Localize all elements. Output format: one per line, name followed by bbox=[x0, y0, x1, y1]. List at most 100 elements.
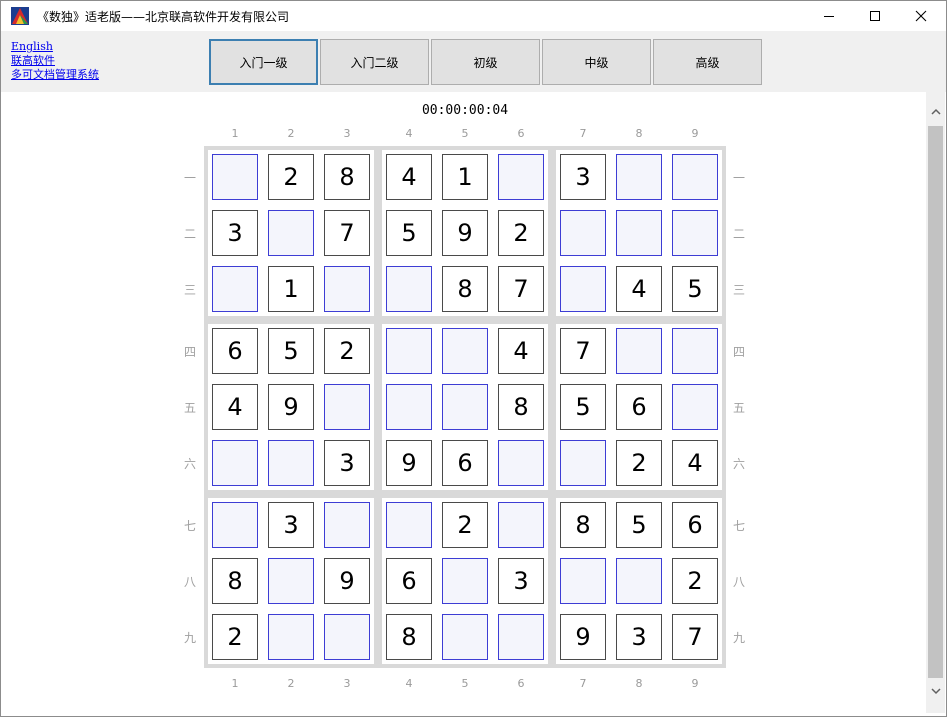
row-label-left: 三 bbox=[183, 283, 196, 297]
sudoku-cell-given: 8 bbox=[386, 614, 432, 660]
scroll-up-button[interactable] bbox=[926, 102, 945, 122]
sudoku-cell-empty[interactable] bbox=[560, 558, 606, 604]
sudoku-cell-given: 4 bbox=[498, 328, 544, 374]
sudoku-cell-empty[interactable] bbox=[560, 210, 606, 256]
sudoku-cell-given: 1 bbox=[442, 154, 488, 200]
sudoku-cell-empty[interactable] bbox=[386, 328, 432, 374]
scroll-down-button[interactable] bbox=[926, 681, 945, 701]
sudoku-cell-empty[interactable] bbox=[386, 502, 432, 548]
english-link[interactable]: English bbox=[11, 40, 99, 54]
liangao-software-link[interactable]: 联高软件 bbox=[11, 54, 99, 68]
row-label-left: 一 bbox=[183, 171, 196, 185]
sudoku-cell-empty[interactable] bbox=[672, 154, 718, 200]
row-label-left: 四 bbox=[183, 345, 196, 359]
column-label-top: 7 bbox=[579, 127, 587, 140]
row-label-right: 四 bbox=[732, 345, 745, 359]
column-label-top: 4 bbox=[405, 127, 413, 140]
level-tab-intermediate[interactable]: 中级 bbox=[542, 39, 651, 85]
sudoku-board: 2841337592187456524749856396243285689632… bbox=[204, 146, 726, 668]
link-list: English 联高软件 多可文档管理系统 bbox=[11, 40, 99, 82]
sudoku-cell-empty[interactable] bbox=[386, 384, 432, 430]
sudoku-cell-empty[interactable] bbox=[442, 558, 488, 604]
duoke-docs-link[interactable]: 多可文档管理系统 bbox=[11, 68, 99, 82]
sudoku-cell-empty[interactable] bbox=[616, 558, 662, 604]
sudoku-cell-empty[interactable] bbox=[498, 154, 544, 200]
level-selector: 入门一级 入门二级 初级 中级 高级 bbox=[209, 39, 764, 85]
sudoku-cell-empty[interactable] bbox=[442, 384, 488, 430]
sudoku-cell-empty[interactable] bbox=[442, 614, 488, 660]
column-label-bottom: 9 bbox=[691, 677, 699, 690]
sudoku-cell-empty[interactable] bbox=[560, 266, 606, 312]
sudoku-cell-given: 3 bbox=[616, 614, 662, 660]
row-label-right: 九 bbox=[732, 631, 745, 645]
sudoku-cell-given: 8 bbox=[498, 384, 544, 430]
sudoku-cell-empty[interactable] bbox=[212, 502, 258, 548]
scrollbar-thumb[interactable] bbox=[928, 126, 943, 678]
column-label-top: 3 bbox=[343, 127, 351, 140]
row-label-right: 二 bbox=[732, 227, 745, 241]
sudoku-cell-empty[interactable] bbox=[386, 266, 432, 312]
sudoku-cell-given: 9 bbox=[324, 558, 370, 604]
sudoku-cell-empty[interactable] bbox=[212, 154, 258, 200]
minimize-button[interactable] bbox=[806, 1, 852, 31]
column-label-top: 9 bbox=[691, 127, 699, 140]
sudoku-cell-given: 3 bbox=[560, 154, 606, 200]
sudoku-cell-given: 8 bbox=[560, 502, 606, 548]
sudoku-cell-empty[interactable] bbox=[616, 154, 662, 200]
title-bar[interactable]: 《数独》适老版——北京联高软件开发有限公司 bbox=[1, 1, 946, 31]
sudoku-cell-given: 6 bbox=[386, 558, 432, 604]
sudoku-cell-empty[interactable] bbox=[324, 266, 370, 312]
sudoku-cell-given: 4 bbox=[212, 384, 258, 430]
sudoku-cell-given: 2 bbox=[672, 558, 718, 604]
close-icon bbox=[915, 10, 927, 22]
level-tab-entry-1[interactable]: 入门一级 bbox=[209, 39, 318, 85]
column-label-bottom: 1 bbox=[231, 677, 239, 690]
level-tab-beginner[interactable]: 初级 bbox=[431, 39, 540, 85]
sudoku-cell-empty[interactable] bbox=[616, 328, 662, 374]
column-label-top: 5 bbox=[461, 127, 469, 140]
sudoku-cell-empty[interactable] bbox=[672, 210, 718, 256]
level-tab-entry-2[interactable]: 入门二级 bbox=[320, 39, 429, 85]
sudoku-cell-empty[interactable] bbox=[672, 384, 718, 430]
sudoku-cell-empty[interactable] bbox=[672, 328, 718, 374]
sudoku-cell-empty[interactable] bbox=[498, 440, 544, 486]
column-label-top: 2 bbox=[287, 127, 295, 140]
sudoku-cell-empty[interactable] bbox=[498, 614, 544, 660]
sudoku-cell-given: 5 bbox=[386, 210, 432, 256]
sudoku-cell-given: 5 bbox=[672, 266, 718, 312]
sudoku-cell-empty[interactable] bbox=[498, 502, 544, 548]
sudoku-cell-empty[interactable] bbox=[268, 614, 314, 660]
sudoku-cell-given: 5 bbox=[616, 502, 662, 548]
sudoku-cell-empty[interactable] bbox=[212, 440, 258, 486]
vertical-scrollbar[interactable] bbox=[926, 92, 945, 713]
sudoku-cell-empty[interactable] bbox=[324, 384, 370, 430]
sudoku-cell-empty[interactable] bbox=[268, 558, 314, 604]
row-label-right: 三 bbox=[732, 283, 745, 297]
sudoku-cell-empty[interactable] bbox=[616, 210, 662, 256]
sudoku-cell-given: 6 bbox=[442, 440, 488, 486]
app-logo-icon bbox=[11, 7, 29, 25]
column-label-bottom: 8 bbox=[635, 677, 643, 690]
row-label-right: 七 bbox=[732, 519, 745, 533]
sudoku-cell-empty[interactable] bbox=[212, 266, 258, 312]
row-label-left: 八 bbox=[183, 575, 196, 589]
sudoku-cell-given: 4 bbox=[616, 266, 662, 312]
sudoku-cell-given: 9 bbox=[442, 210, 488, 256]
sudoku-cell-given: 2 bbox=[616, 440, 662, 486]
level-tab-advanced[interactable]: 高级 bbox=[653, 39, 762, 85]
sudoku-cell-given: 7 bbox=[672, 614, 718, 660]
sudoku-cell-empty[interactable] bbox=[324, 502, 370, 548]
maximize-button[interactable] bbox=[852, 1, 898, 31]
sudoku-cell-empty[interactable] bbox=[268, 440, 314, 486]
sudoku-cell-empty[interactable] bbox=[324, 614, 370, 660]
column-label-bottom: 3 bbox=[343, 677, 351, 690]
close-button[interactable] bbox=[898, 1, 944, 31]
row-label-left: 五 bbox=[183, 401, 196, 415]
column-label-bottom: 7 bbox=[579, 677, 587, 690]
sudoku-cell-given: 3 bbox=[498, 558, 544, 604]
sudoku-cell-empty[interactable] bbox=[442, 328, 488, 374]
sudoku-cell-empty[interactable] bbox=[268, 210, 314, 256]
maximize-icon bbox=[870, 11, 880, 21]
sudoku-cell-empty[interactable] bbox=[560, 440, 606, 486]
sudoku-cell-given: 5 bbox=[560, 384, 606, 430]
